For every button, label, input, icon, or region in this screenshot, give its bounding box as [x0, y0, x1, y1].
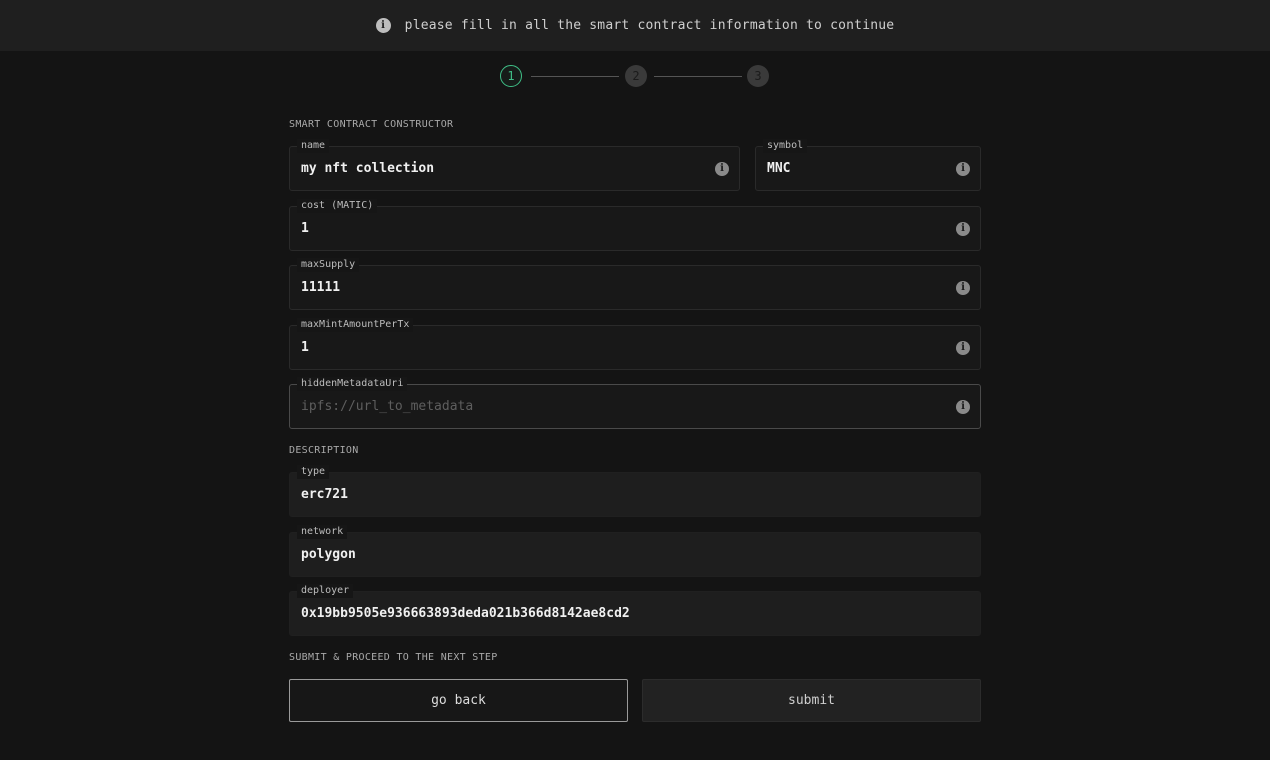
name-field-label: name — [297, 139, 330, 153]
step-2: 2 — [625, 65, 647, 87]
max-supply-field[interactable]: maxSupply 11111 i — [289, 258, 981, 310]
cost-field-label: cost (MATIC) — [297, 199, 378, 213]
symbol-field-value[interactable]: MNC — [767, 161, 790, 176]
hidden-metadata-uri-field-label: hiddenMetadataUri — [297, 377, 408, 391]
type-field-label: type — [297, 465, 330, 479]
step-3: 3 — [747, 65, 769, 87]
cost-field[interactable]: cost (MATIC) 1 i — [289, 199, 981, 251]
network-field-label: network — [297, 525, 348, 539]
name-field-value[interactable]: my nft collection — [301, 161, 434, 176]
symbol-field[interactable]: symbol MNC i — [755, 139, 981, 191]
max-mint-amount-field-label: maxMintAmountPerTx — [297, 318, 414, 332]
banner-message: please fill in all the smart contract in… — [404, 18, 895, 33]
step-connector — [531, 76, 619, 77]
cost-field-value[interactable]: 1 — [301, 221, 309, 236]
info-icon[interactable]: i — [956, 341, 970, 355]
hidden-metadata-uri-field[interactable]: hiddenMetadataUri i — [289, 377, 981, 429]
max-mint-amount-field-value[interactable]: 1 — [301, 340, 309, 355]
hidden-metadata-uri-input[interactable] — [301, 399, 941, 414]
name-field[interactable]: name my nft collection i — [289, 139, 740, 191]
go-back-button[interactable]: go back — [289, 679, 628, 722]
max-mint-amount-field[interactable]: maxMintAmountPerTx 1 i — [289, 318, 981, 370]
info-icon[interactable]: i — [956, 222, 970, 236]
info-icon[interactable]: i — [715, 162, 729, 176]
section-title-constructor: SMART CONTRACT CONSTRUCTOR — [289, 119, 454, 130]
info-icon[interactable]: i — [956, 162, 970, 176]
deployer-field-label: deployer — [297, 584, 354, 598]
network-field: network polygon — [289, 525, 981, 577]
deployer-field: deployer 0x19bb9505e936663893deda021b366… — [289, 584, 981, 636]
section-title-description: DESCRIPTION — [289, 445, 359, 456]
max-supply-field-label: maxSupply — [297, 258, 360, 272]
submit-button[interactable]: submit — [642, 679, 981, 722]
info-icon[interactable]: i — [956, 400, 970, 414]
type-field-value: erc721 — [301, 487, 348, 502]
step-1: 1 — [500, 65, 522, 87]
max-supply-field-value[interactable]: 11111 — [301, 280, 340, 295]
section-title-submit: SUBMIT & PROCEED TO THE NEXT STEP — [289, 652, 498, 663]
info-banner: i please fill in all the smart contract … — [0, 0, 1270, 51]
network-field-value: polygon — [301, 547, 356, 562]
step-connector — [654, 76, 742, 77]
deployer-field-value: 0x19bb9505e936663893deda021b366d8142ae8c… — [301, 606, 630, 621]
info-icon: i — [375, 18, 391, 33]
type-field: type erc721 — [289, 465, 981, 517]
symbol-field-label: symbol — [763, 139, 808, 153]
info-icon[interactable]: i — [956, 281, 970, 295]
progress-stepper: 1 2 3 — [500, 65, 770, 89]
